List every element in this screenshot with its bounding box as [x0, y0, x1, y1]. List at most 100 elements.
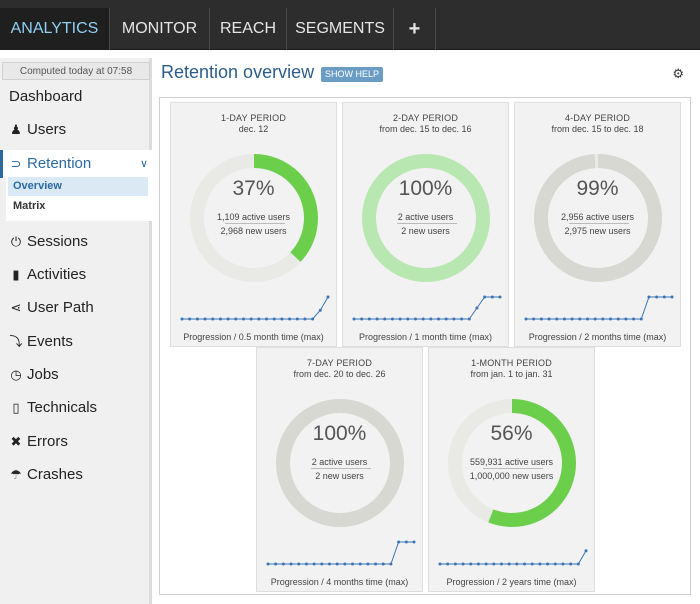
- period-date: from dec. 15 to dec. 18: [551, 124, 644, 134]
- sparkline-point: [437, 317, 441, 321]
- sidebar-item-label: Users: [27, 121, 67, 138]
- sparkline-point: [303, 317, 307, 321]
- sidebar-item-label: Jobs: [27, 366, 59, 383]
- sparkline-point: [555, 317, 559, 321]
- sparkline-line: [182, 296, 329, 320]
- sparkline-point: [374, 562, 378, 566]
- sidebar-item-users[interactable]: ♟ Users: [0, 116, 152, 144]
- period-title: 4-DAY PERIOD: [564, 113, 631, 123]
- retention-card: 4-DAY PERIOD from dec. 15 to dec. 18 99% 2,…: [514, 102, 681, 347]
- tab-reach[interactable]: REACH: [210, 8, 287, 50]
- sidebar-subitem-matrix[interactable]: Matrix: [8, 197, 148, 216]
- progression-label: Progression / 4 months time (max): [270, 577, 409, 587]
- sparkline-point: [397, 540, 401, 544]
- period-title: 1-DAY PERIOD: [220, 113, 287, 123]
- sparkline-point: [241, 317, 245, 321]
- sparkline-point: [483, 295, 487, 299]
- sparkline-point: [274, 562, 278, 566]
- retention-percent: 99%: [576, 177, 619, 200]
- sidebar-item-label: User Path: [27, 299, 94, 316]
- tab-segments[interactable]: SEGMENTS: [287, 8, 394, 50]
- user-icon: ♟: [10, 122, 22, 137]
- top-nav: ANALYTICS MONITOR REACH SEGMENTS +: [0, 0, 700, 50]
- sparkline-point: [515, 562, 519, 566]
- divider: [569, 223, 629, 224]
- progression-label: Progression / 1 month time (max): [358, 332, 493, 342]
- sidebar-item-crashes[interactable]: ☂ Crashes: [0, 461, 152, 489]
- sparkline-point: [404, 540, 408, 544]
- sidebar-item-retention[interactable]: ⊃ Retention ∨: [0, 150, 152, 178]
- progression-sparkline: [438, 549, 588, 566]
- sparkline-line: [268, 541, 414, 565]
- sparkline-point: [297, 562, 301, 566]
- sidebar-item-user-path[interactable]: ⋖ User Path: [0, 294, 152, 322]
- sparkline-point: [358, 562, 362, 566]
- sparkline-point: [524, 317, 528, 321]
- sparkline-point: [266, 562, 270, 566]
- sparkline-point: [311, 317, 315, 321]
- sparkline-point: [475, 306, 479, 310]
- sidebar-item-label: Sessions: [27, 233, 88, 250]
- active-users: 2,956 active users: [560, 212, 635, 222]
- sidebar-subitem-overview[interactable]: Overview: [8, 177, 148, 196]
- sparkline-point: [484, 562, 488, 566]
- divider: [397, 223, 457, 224]
- sparkline-point: [203, 317, 207, 321]
- sparkline-point: [249, 317, 253, 321]
- sparkline-point: [655, 295, 659, 299]
- sparkline-point: [398, 317, 402, 321]
- period-date: dec. 12: [238, 124, 269, 134]
- power-icon: ⏻: [10, 234, 22, 249]
- sparkline-point: [490, 295, 494, 299]
- divider: [483, 468, 543, 469]
- progression-sparkline: [524, 295, 674, 321]
- new-users: 2,968 new users: [220, 226, 287, 236]
- sparkline-point: [532, 317, 536, 321]
- new-users: 2 new users: [315, 471, 364, 481]
- retention-card: 1-MONTH PERIOD from jan. 1 to jan. 31 56% 5…: [428, 347, 595, 592]
- sparkline-point: [312, 562, 316, 566]
- error-icon: ✖: [10, 434, 22, 449]
- sparkline-line: [526, 296, 672, 320]
- sparkline-point: [498, 295, 502, 299]
- divider: [225, 223, 285, 224]
- sparkline-point: [452, 317, 456, 321]
- phone-icon: ▯: [12, 400, 20, 415]
- sparkline-point: [492, 562, 496, 566]
- new-users: 2,975 new users: [564, 226, 631, 236]
- sparkline-point: [335, 562, 339, 566]
- tab-analytics[interactable]: ANALYTICS: [0, 8, 110, 50]
- sidebar-item-label: Activities: [27, 266, 87, 283]
- progression-sparkline: [266, 540, 416, 566]
- gear-icon[interactable]: ⚙: [672, 66, 684, 82]
- sidebar-item-events[interactable]: ⤵ Events: [0, 328, 152, 356]
- sparkline-point: [476, 562, 480, 566]
- sparkline-point: [351, 562, 355, 566]
- sparkline-point: [257, 317, 261, 321]
- sparkline-point: [343, 562, 347, 566]
- progression-sparkline: [352, 295, 502, 321]
- sparkline-point: [360, 317, 364, 321]
- retention-percent: 100%: [312, 422, 367, 445]
- sparkline-point: [389, 562, 393, 566]
- new-users: 2 new users: [401, 226, 450, 236]
- sidebar-item-sessions[interactable]: ⏻ Sessions: [0, 228, 152, 256]
- active-users: 1,109 active users: [216, 212, 291, 222]
- sparkline-point: [180, 317, 184, 321]
- active-users: 2 active users: [397, 212, 454, 222]
- show-help-button[interactable]: SHOW HELP: [321, 67, 384, 82]
- active-users: 2 active users: [311, 457, 368, 467]
- sparkline-point: [499, 562, 503, 566]
- sparkline-point: [265, 317, 269, 321]
- tab-monitor[interactable]: MONITOR: [110, 8, 210, 50]
- sparkline-point: [352, 317, 356, 321]
- sidebar-item-technicals[interactable]: ▯ Technicals: [0, 394, 152, 422]
- add-tab-button[interactable]: +: [394, 8, 436, 50]
- sparkline-point: [647, 295, 651, 299]
- sidebar-item-dashboard[interactable]: Dashboard: [0, 83, 152, 111]
- sparkline-point: [561, 562, 565, 566]
- sidebar-item-activities[interactable]: ▮ Activities: [0, 261, 152, 289]
- sidebar-item-errors[interactable]: ✖ Errors: [0, 428, 152, 456]
- sidebar-item-jobs[interactable]: ◷ Jobs: [0, 361, 152, 389]
- sidebar-item-label: Errors: [27, 433, 68, 450]
